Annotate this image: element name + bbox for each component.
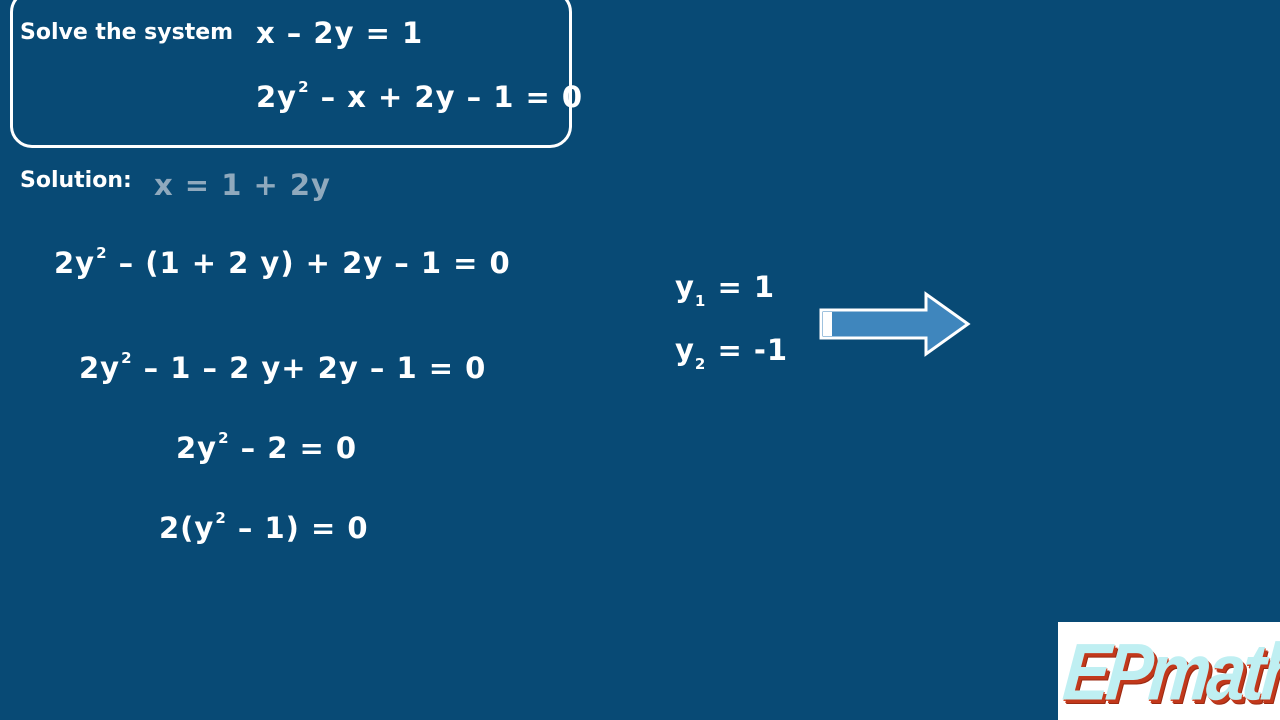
right-arrow-icon [819, 291, 971, 357]
step-1: 2y2 – (1 + 2 y) + 2y – 1 = 0 [54, 244, 511, 280]
result-var: y [675, 333, 695, 367]
step-2-rest: – 1 – 2 y+ 2y – 1 = 0 [132, 351, 487, 385]
equation-1: x – 2y = 1 [256, 16, 424, 50]
result-var: y [675, 270, 695, 304]
step-4: 2(y2 – 1) = 0 [159, 509, 369, 545]
solution-label: Solution: [20, 168, 132, 193]
step-2: 2y2 – 1 – 2 y+ 2y – 1 = 0 [79, 349, 487, 385]
step-3-rest: – 2 = 0 [229, 431, 358, 465]
exponent: 2 [121, 349, 133, 367]
exponent: 2 [218, 429, 230, 447]
logo-text: EPmathic [1059, 627, 1280, 717]
step-2-base: 2y [79, 351, 121, 385]
subscript: 1 [694, 292, 707, 310]
epmathic-logo: EPmathic [1058, 622, 1280, 720]
result-y1: y1 = 1 [675, 270, 776, 310]
exponent: 2 [96, 244, 108, 262]
step-3: 2y2 – 2 = 0 [176, 429, 358, 465]
step-4-rest: – 1) = 0 [226, 511, 369, 545]
subscript: 2 [694, 355, 707, 373]
step-3-base: 2y [176, 431, 218, 465]
arrow-tail-band [823, 312, 832, 336]
result-y2: y2 = -1 [675, 333, 789, 373]
result-value: = 1 [706, 270, 776, 304]
substitution: x = 1 + 2y [154, 168, 331, 202]
problem-label: Solve the system [20, 20, 234, 45]
exponent: 2 [298, 78, 310, 96]
equation-2-rest: – x + 2y – 1 = 0 [309, 80, 584, 114]
exponent: 2 [215, 509, 227, 527]
step-1-base: 2y [54, 246, 96, 280]
result-value: = -1 [706, 333, 789, 367]
equation-2: 2y2 – x + 2y – 1 = 0 [256, 78, 584, 114]
step-4-base: 2(y [159, 511, 215, 545]
step-1-rest: – (1 + 2 y) + 2y – 1 = 0 [107, 246, 511, 280]
equation-2-base: 2y [256, 80, 298, 114]
